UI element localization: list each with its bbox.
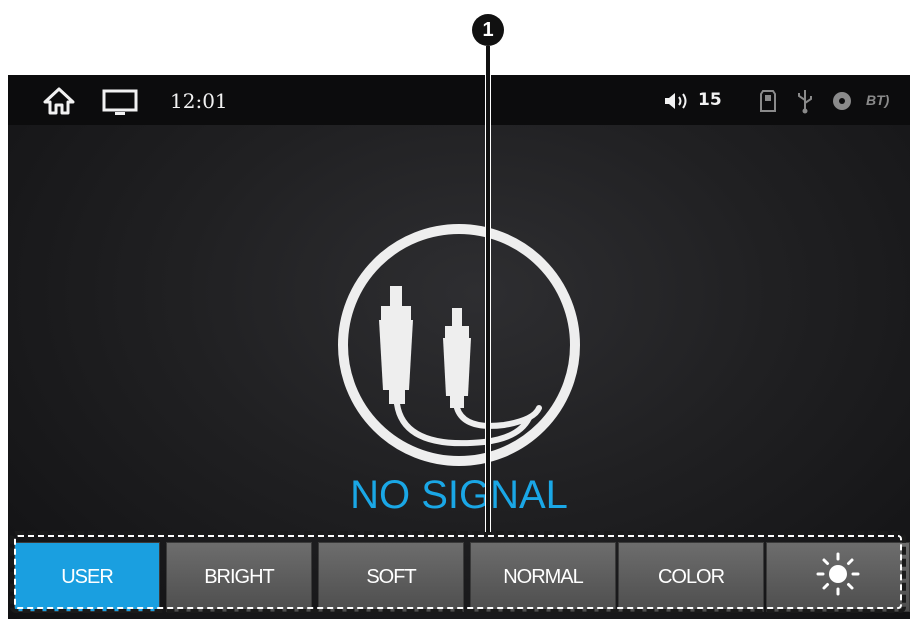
mode-button-label: COLOR — [657, 565, 725, 588]
callout-number: 1 — [482, 18, 494, 41]
mode-button-normal[interactable]: NORMAL — [470, 542, 616, 612]
sd-card-icon — [760, 90, 776, 117]
home-icon[interactable] — [42, 87, 76, 120]
mode-button-bright[interactable]: BRIGHT — [166, 542, 312, 612]
callout-line — [485, 46, 491, 532]
head-unit-screen: 12:01 15 BT) NO SIGNAL USER BRIGHT SOFT … — [8, 75, 910, 619]
mode-button-color[interactable]: COLOR — [618, 542, 764, 612]
brightness-icon — [815, 551, 861, 603]
mode-button-soft[interactable]: SOFT — [318, 542, 464, 612]
usb-icon — [796, 88, 814, 119]
mode-button-user[interactable]: USER — [14, 542, 160, 612]
bluetooth-label: BT — [866, 92, 885, 108]
mode-button-label: NORMAL — [503, 565, 584, 588]
picture-mode-bar: USER BRIGHT SOFT NORMAL COLOR — [8, 536, 910, 616]
volume-level: 15 — [698, 90, 722, 110]
rca-cable-icon — [334, 220, 584, 475]
tv-icon[interactable] — [102, 89, 138, 122]
mode-button-brightness[interactable] — [766, 542, 910, 612]
mode-button-label: USER — [61, 565, 114, 588]
volume-icon[interactable] — [663, 91, 693, 116]
mode-button-label: SOFT — [366, 565, 416, 588]
status-bar: 12:01 15 BT) — [8, 75, 910, 125]
mode-button-label: BRIGHT — [204, 565, 275, 588]
bluetooth-icon: BT) — [866, 92, 890, 108]
disc-icon — [831, 90, 853, 117]
clock: 12:01 — [170, 89, 228, 113]
callout-badge: 1 — [472, 14, 504, 46]
no-signal-message: NO SIGNAL — [350, 473, 568, 517]
